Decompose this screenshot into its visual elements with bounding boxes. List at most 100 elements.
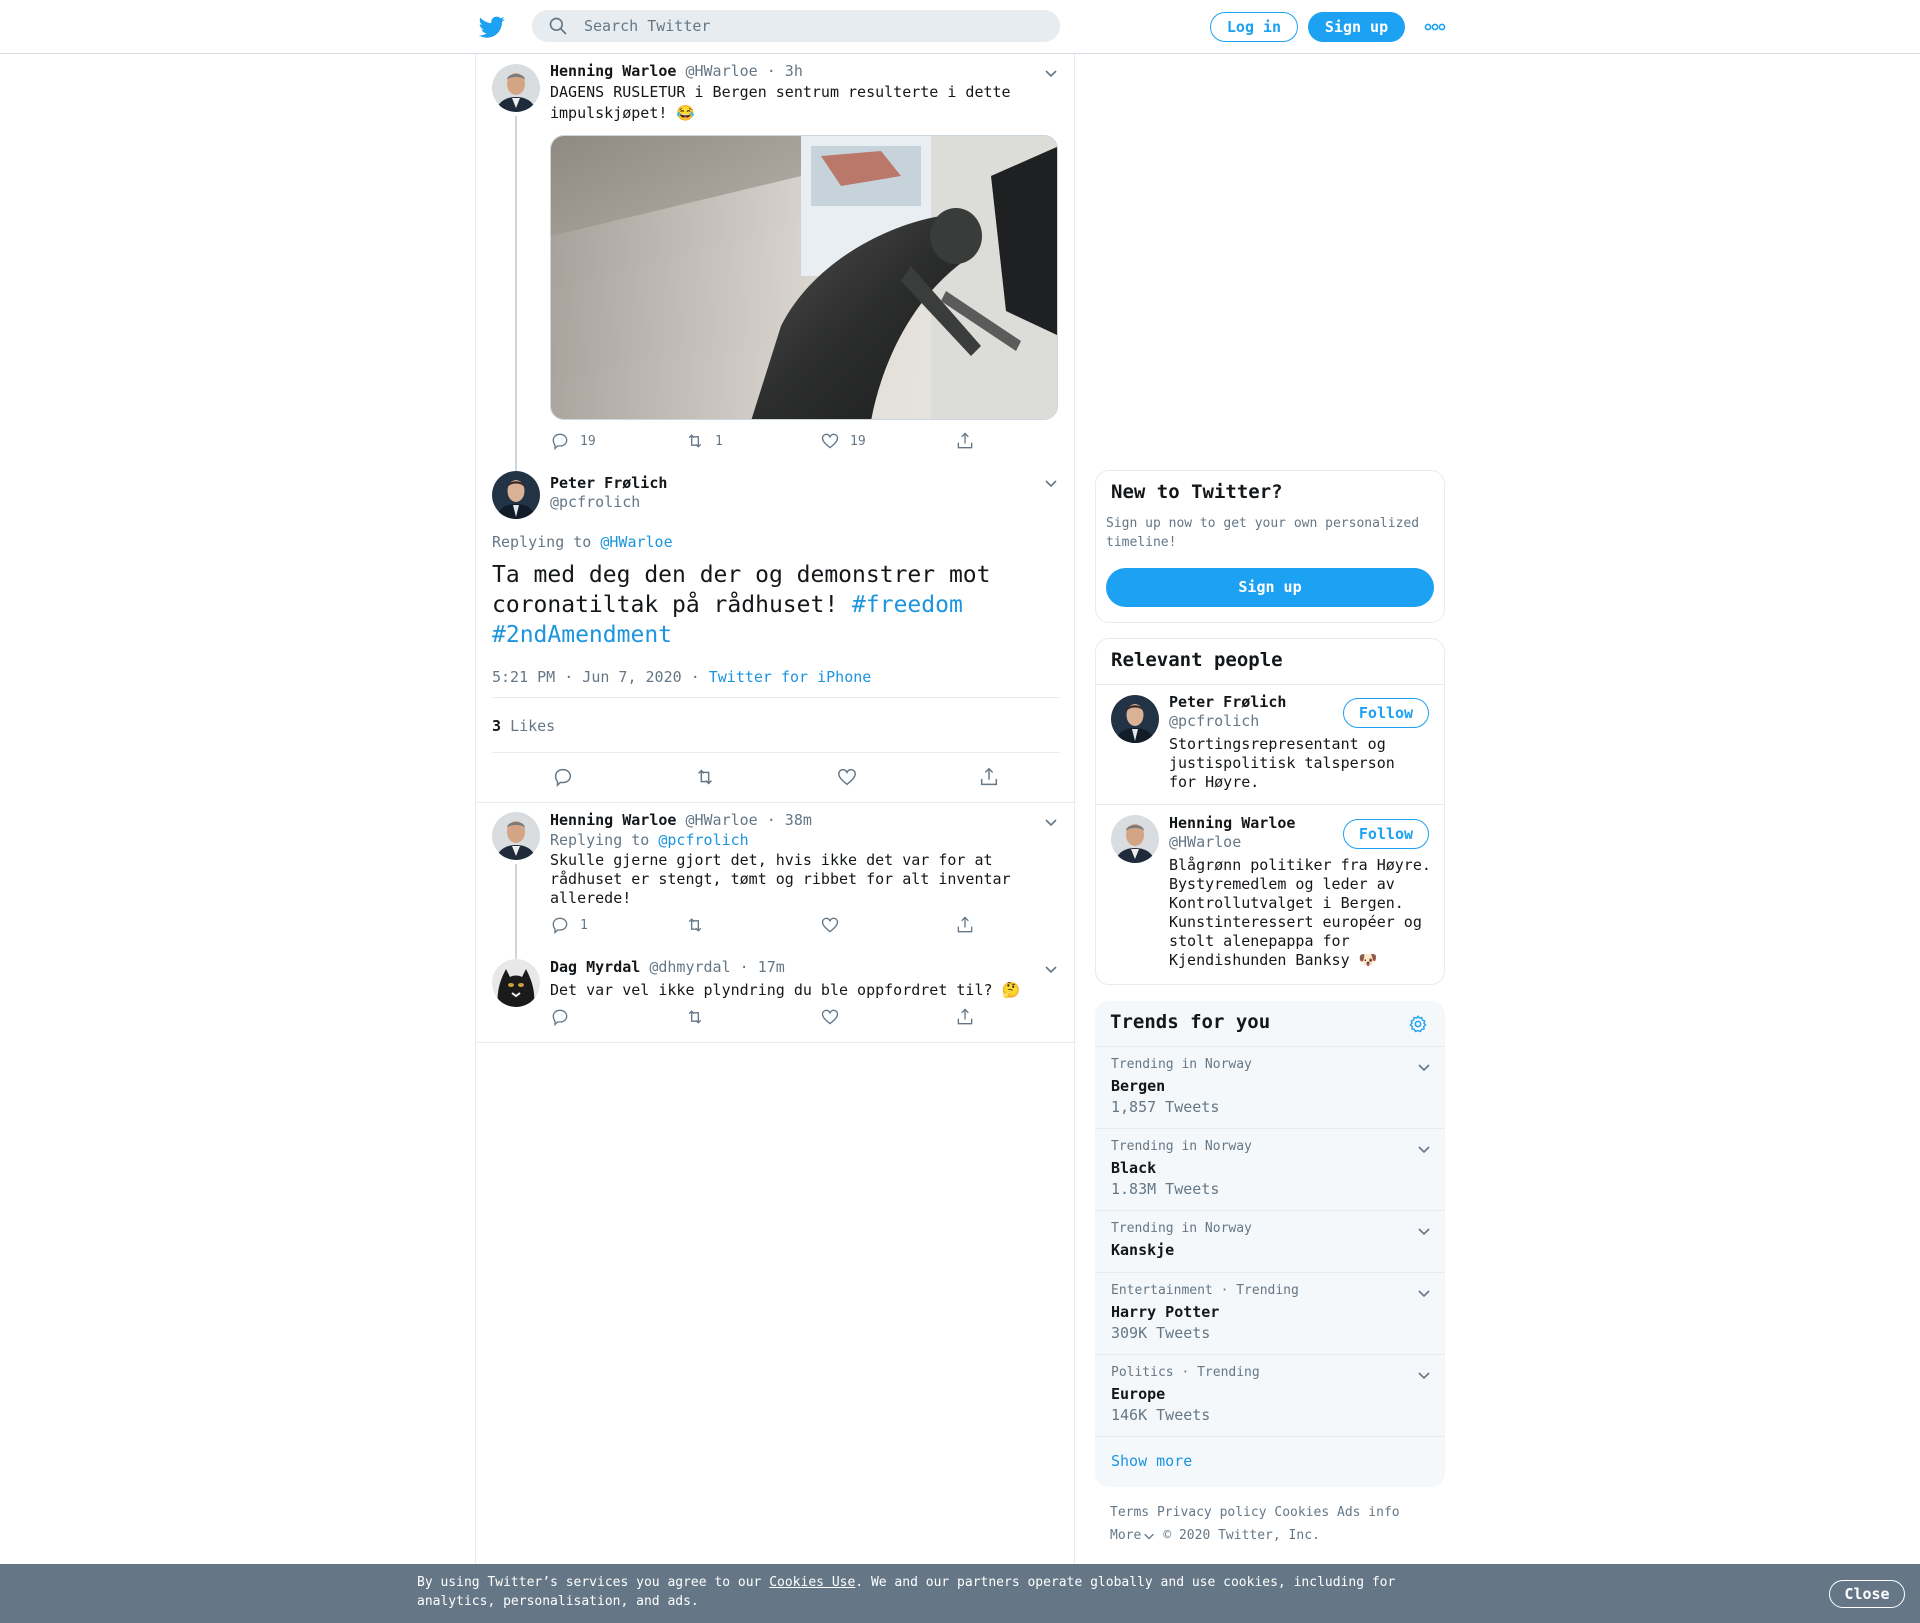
tweet-text: Det var vel ikke plyndring du ble oppfor… bbox=[550, 981, 1021, 999]
tweet-photo[interactable] bbox=[550, 135, 1058, 420]
tweet-timestamp[interactable]: 5:21 PM · Jun 7, 2020 bbox=[492, 668, 682, 686]
author-name[interactable]: Henning Warloe bbox=[550, 811, 676, 829]
reply-count: 1 bbox=[580, 917, 588, 933]
trend-name: Kanskje bbox=[1111, 1241, 1175, 1259]
footer-link-terms[interactable]: Terms bbox=[1110, 1505, 1149, 1520]
follow-button[interactable]: Follow bbox=[1343, 819, 1429, 849]
author-name[interactable]: Dag Myrdal bbox=[550, 958, 640, 976]
tweet-time[interactable]: · 17m bbox=[740, 958, 785, 976]
search-box[interactable] bbox=[532, 10, 1060, 42]
tweet-actions: 1 bbox=[550, 915, 1090, 935]
chevron-down-icon[interactable] bbox=[1044, 478, 1058, 488]
person-name[interactable]: Henning Warloe bbox=[1169, 814, 1295, 832]
footer-links: Terms Privacy policy Cookies Ads info bbox=[1110, 1505, 1400, 1520]
author-name[interactable]: Henning Warloe bbox=[550, 62, 676, 80]
reply-button[interactable]: 19 bbox=[550, 431, 685, 451]
divider bbox=[476, 1042, 1076, 1043]
trend-count: 146K Tweets bbox=[1111, 1406, 1211, 1424]
signup-button[interactable]: Sign up bbox=[1308, 12, 1405, 42]
login-button[interactable]: Log in bbox=[1210, 12, 1298, 42]
heart-icon bbox=[821, 917, 839, 933]
chevron-down-icon[interactable] bbox=[1044, 68, 1058, 78]
show-more-link[interactable]: Show more bbox=[1111, 1452, 1192, 1470]
twitter-bird-icon[interactable] bbox=[479, 14, 505, 40]
chevron-down-icon[interactable] bbox=[1417, 1062, 1431, 1072]
cookies-use-link[interactable]: Cookies Use bbox=[769, 1575, 855, 1590]
chevron-down-icon[interactable] bbox=[1044, 964, 1058, 974]
person-name[interactable]: Peter Frølich bbox=[1169, 693, 1286, 711]
retweet-icon[interactable] bbox=[694, 766, 716, 788]
share-button[interactable] bbox=[955, 431, 1090, 451]
footer-link-cookies[interactable]: Cookies bbox=[1274, 1505, 1329, 1520]
likes-label: Likes bbox=[510, 717, 556, 735]
share-icon bbox=[957, 1008, 973, 1025]
chevron-down-icon[interactable] bbox=[1417, 1288, 1431, 1298]
footer-link-ads[interactable]: Ads info bbox=[1337, 1505, 1400, 1520]
reply-icon bbox=[552, 1009, 568, 1027]
chevron-down-icon[interactable] bbox=[1044, 817, 1058, 827]
trend-count: 1,857 Tweets bbox=[1111, 1098, 1220, 1116]
reply-icon bbox=[552, 917, 568, 935]
avatar[interactable] bbox=[492, 812, 540, 860]
share-icon[interactable] bbox=[978, 766, 1000, 788]
tweet-source-link[interactable]: Twitter for iPhone bbox=[709, 668, 872, 686]
trend-context: Trending in Norway bbox=[1111, 1057, 1252, 1072]
follow-button[interactable]: Follow bbox=[1343, 698, 1429, 728]
retweet-button[interactable] bbox=[685, 1007, 820, 1027]
show-more-row[interactable]: Show more bbox=[1095, 1436, 1445, 1487]
like-button[interactable] bbox=[820, 1007, 955, 1027]
avatar[interactable] bbox=[492, 64, 540, 112]
trend-item[interactable]: Entertainment · Trending Harry Potter 30… bbox=[1095, 1272, 1445, 1354]
author-name[interactable]: Peter Frølich bbox=[550, 474, 667, 492]
author-handle[interactable]: @dhmyrdal bbox=[649, 958, 730, 976]
divider bbox=[492, 752, 1060, 753]
tweet-time[interactable]: · 3h bbox=[767, 62, 803, 80]
chevron-down-icon[interactable] bbox=[1417, 1370, 1431, 1380]
retweet-button[interactable]: 1 bbox=[685, 431, 820, 451]
hashtag-link[interactable]: #2ndAmendment bbox=[492, 622, 672, 648]
gear-icon[interactable] bbox=[1408, 1014, 1428, 1034]
replying-to-link[interactable]: @HWarloe bbox=[600, 533, 672, 551]
like-button[interactable]: 19 bbox=[820, 431, 955, 451]
avatar[interactable] bbox=[492, 471, 540, 519]
footer-link-privacy[interactable]: Privacy policy bbox=[1157, 1505, 1267, 1520]
chevron-down-icon[interactable] bbox=[1417, 1226, 1431, 1236]
person-handle[interactable]: @HWarloe bbox=[1169, 833, 1241, 851]
footer-more[interactable]: More bbox=[1110, 1528, 1141, 1543]
trend-name: Europe bbox=[1111, 1385, 1166, 1403]
like-button[interactable] bbox=[820, 915, 955, 935]
more-icon[interactable] bbox=[1424, 20, 1446, 34]
avatar[interactable] bbox=[1111, 815, 1159, 863]
likes-summary[interactable]: 3 Likes bbox=[492, 717, 555, 735]
reply-icon[interactable] bbox=[552, 766, 574, 788]
trend-item[interactable]: Trending in Norway Bergen 1,857 Tweets bbox=[1095, 1046, 1445, 1128]
retweet-count: 1 bbox=[715, 433, 723, 449]
trend-item[interactable]: Trending in Norway Black 1.83M Tweets bbox=[1095, 1128, 1445, 1210]
cookie-text-before: By using Twitter’s services you agree to… bbox=[417, 1575, 762, 1590]
search-input[interactable] bbox=[584, 17, 1004, 35]
top-header: Log in Sign up bbox=[0, 0, 1920, 54]
hashtag-link[interactable]: #freedom bbox=[852, 592, 963, 618]
share-button[interactable] bbox=[955, 915, 1090, 935]
author-handle[interactable]: @pcfrolich bbox=[550, 493, 640, 511]
search-icon bbox=[549, 17, 567, 35]
heart-icon[interactable] bbox=[836, 766, 858, 788]
reply-button[interactable]: 1 bbox=[550, 915, 685, 935]
tweet-time[interactable]: · 38m bbox=[767, 811, 812, 829]
avatar[interactable] bbox=[492, 959, 540, 1007]
share-button[interactable] bbox=[955, 1007, 1090, 1027]
chevron-down-icon[interactable] bbox=[1143, 1531, 1155, 1541]
trend-item[interactable]: Politics · Trending Europe 146K Tweets bbox=[1095, 1354, 1445, 1436]
author-handle[interactable]: @HWarloe bbox=[685, 811, 757, 829]
signup-button[interactable]: Sign up bbox=[1106, 568, 1434, 607]
trend-item[interactable]: Trending in Norway Kanskje bbox=[1095, 1210, 1445, 1272]
retweet-button[interactable] bbox=[685, 915, 820, 935]
trend-count: 1.83M Tweets bbox=[1111, 1180, 1220, 1198]
author-handle[interactable]: @HWarloe bbox=[685, 62, 757, 80]
avatar[interactable] bbox=[1111, 695, 1159, 743]
reply-button[interactable] bbox=[550, 1007, 685, 1027]
chevron-down-icon[interactable] bbox=[1417, 1144, 1431, 1154]
replying-to-link[interactable]: @pcfrolich bbox=[658, 831, 748, 849]
close-button[interactable]: Close bbox=[1829, 1580, 1905, 1608]
person-handle[interactable]: @pcfrolich bbox=[1169, 712, 1259, 730]
